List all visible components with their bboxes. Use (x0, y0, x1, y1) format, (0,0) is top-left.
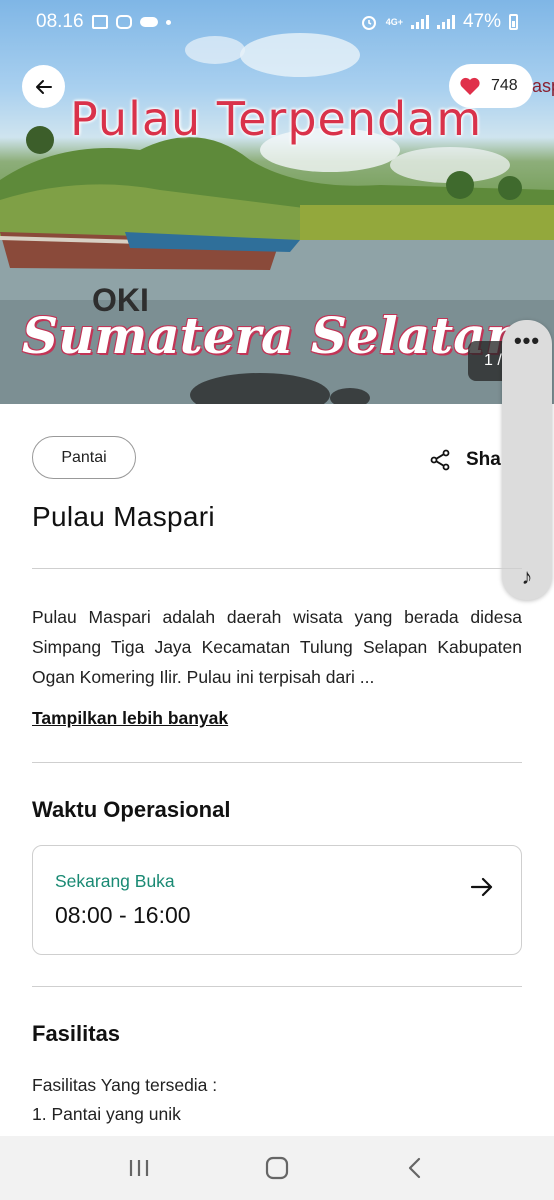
divider (32, 986, 522, 987)
facilities-label: Fasilitas Yang tersedia : (32, 1075, 218, 1095)
cloud-icon (139, 17, 158, 27)
battery-percent: 47% (462, 11, 501, 32)
share-button[interactable]: Sha (428, 448, 501, 472)
divider (32, 568, 522, 569)
hero-image: Pulau Terpendam OKI Sumatera Selatan 08.… (0, 0, 554, 404)
arrow-left-icon (35, 79, 52, 94)
signal-icon-2 (436, 15, 455, 29)
image-counter-text: 1 / (484, 352, 502, 369)
like-button[interactable]: 748 (449, 64, 533, 108)
category-chip[interactable]: Pantai (32, 436, 136, 479)
status-time: 08.16 (36, 11, 84, 32)
alarm-icon (361, 16, 376, 30)
like-count: 748 (491, 77, 518, 94)
more-options-icon[interactable]: ••• (502, 330, 552, 352)
open-status: Sekarang Buka (55, 871, 175, 891)
status-bar: 08.16 4G+ 47% (0, 0, 554, 44)
show-more-link[interactable]: Tampilkan lebih banyak (32, 708, 228, 729)
heart-icon (460, 77, 480, 95)
hero-overlay-corner: asp (532, 76, 554, 96)
arrow-right-icon[interactable] (469, 874, 495, 900)
nav-back-button[interactable] (385, 1148, 445, 1188)
hours-section-title: Waktu Operasional (32, 797, 231, 822)
facilities-section-title: Fasilitas (32, 1021, 121, 1046)
network-type: 4G+ (385, 16, 403, 27)
share-icon (430, 449, 450, 471)
signal-icon (410, 15, 429, 29)
list-item: 1. Pantai yang unik (32, 1104, 181, 1124)
share-label: Sha (466, 449, 501, 470)
home-icon (265, 1156, 289, 1180)
page-title: Pulau Maspari (32, 501, 215, 532)
recents-button[interactable] (109, 1148, 169, 1188)
description-text: Pulau Maspari adalah daerah wisata yang … (32, 607, 522, 687)
divider (32, 762, 522, 763)
gallery-icon (91, 15, 108, 29)
hours-card[interactable]: Sekarang Buka 08:00 - 16:00 (32, 845, 522, 955)
floating-side-panel[interactable]: ••• ♪ (502, 320, 552, 600)
hero-overlay-province: Sumatera Selatan (22, 306, 522, 365)
instagram-icon (115, 15, 132, 29)
nav-back-icon (408, 1157, 421, 1179)
hero-overlay-title: Pulau Terpendam (70, 92, 483, 146)
more-notifications-icon (165, 19, 171, 25)
recents-icon (129, 1160, 149, 1176)
opening-hours: 08:00 - 16:00 (55, 902, 191, 928)
home-button[interactable] (247, 1148, 307, 1188)
battery-icon (509, 14, 518, 30)
system-navigation-bar (0, 1136, 554, 1200)
back-button[interactable] (22, 65, 65, 108)
